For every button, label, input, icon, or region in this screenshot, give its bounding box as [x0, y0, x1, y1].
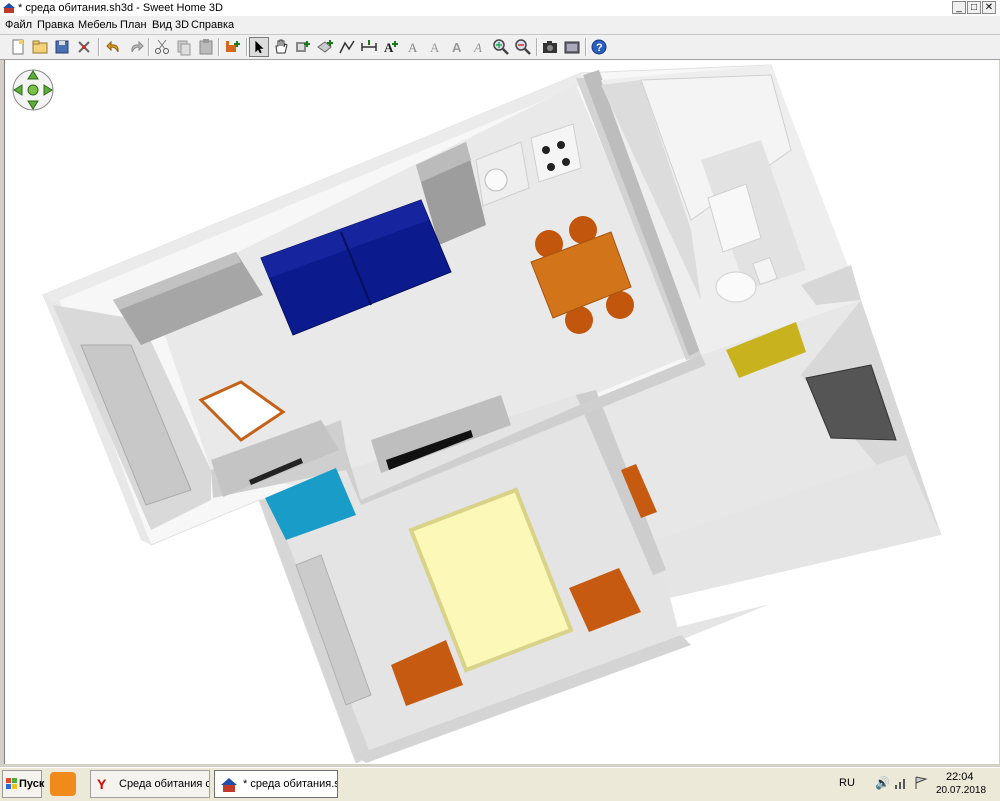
menu-plan[interactable]: План: [120, 19, 147, 31]
cut-preferences-icon[interactable]: [74, 37, 94, 57]
add-furniture-icon[interactable]: [223, 37, 243, 57]
create-dimensions-icon[interactable]: [359, 37, 379, 57]
menu-help[interactable]: Справка: [191, 19, 234, 31]
create-rooms-icon[interactable]: [315, 37, 335, 57]
add-text-icon[interactable]: A: [381, 37, 401, 57]
undo-icon[interactable]: [104, 37, 124, 57]
3d-view[interactable]: [4, 60, 999, 764]
zoom-in-icon[interactable]: [491, 37, 511, 57]
burner: [557, 141, 565, 149]
start-label: Пуск: [19, 778, 45, 790]
svg-text:A: A: [430, 40, 440, 55]
burner: [562, 158, 570, 166]
toolbar-separator: [246, 38, 248, 56]
window-title: * среда обитания.sh3d - Sweet Home 3D: [18, 2, 223, 14]
svg-text:A: A: [408, 40, 418, 55]
network-icon[interactable]: [894, 777, 908, 789]
create-polylines-icon[interactable]: [337, 37, 357, 57]
select-icon[interactable]: [249, 37, 269, 57]
windows-logo-icon: [6, 778, 17, 789]
toolbar-separator: [218, 38, 220, 56]
toilet: [715, 271, 757, 303]
sweet-home-app-icon: [3, 3, 15, 13]
taskbar: Пуск Y Среда обитания ст... * среда обит…: [0, 767, 1000, 801]
taskbar-item-yandex[interactable]: Y Среда обитания ст...: [90, 770, 210, 798]
redo-icon[interactable]: [126, 37, 146, 57]
sweet-home-app-icon: [221, 778, 237, 792]
open-icon[interactable]: [30, 37, 50, 57]
clock-time: 22:04: [946, 771, 974, 783]
svg-text:A: A: [473, 40, 482, 55]
clock-date: 20.07.2018: [936, 785, 987, 796]
svg-text:A: A: [384, 40, 394, 55]
new-icon[interactable]: [8, 37, 28, 57]
burner: [547, 163, 555, 171]
navigation-arrows-icon[interactable]: [11, 68, 55, 112]
burner: [542, 146, 550, 154]
svg-text:A: A: [452, 40, 462, 55]
menu-furniture[interactable]: Мебель: [78, 19, 117, 31]
menu-edit[interactable]: Правка: [37, 19, 74, 31]
yandex-browser-icon: Y: [97, 776, 107, 792]
task-label: Среда обитания ст...: [119, 778, 209, 790]
close-button[interactable]: ✕: [982, 1, 996, 14]
paste-icon[interactable]: [196, 37, 216, 57]
help-icon[interactable]: ?: [589, 37, 609, 57]
zoom-out-icon[interactable]: [513, 37, 533, 57]
maximize-button[interactable]: □: [967, 1, 981, 14]
washing-machine-door: [484, 168, 508, 192]
toolbar-separator: [536, 38, 538, 56]
taskbar-item-sweet-home[interactable]: * среда обитания.s...: [214, 770, 338, 798]
svg-text:?: ?: [596, 42, 603, 54]
start-button[interactable]: Пуск: [2, 770, 45, 798]
modify-text-icon[interactable]: A: [403, 37, 423, 57]
toolbar-separator: [148, 38, 150, 56]
pan-icon[interactable]: [271, 37, 291, 57]
italic-icon[interactable]: A: [469, 37, 489, 57]
menu-file[interactable]: Файл: [5, 19, 32, 31]
toolbar-separator: [585, 38, 587, 56]
minimize-button[interactable]: _: [952, 1, 966, 14]
title-bar: * среда обитания.sh3d - Sweet Home 3D _ …: [0, 0, 1000, 16]
task-label: * среда обитания.s...: [243, 778, 337, 790]
toolbar-separator: [98, 38, 100, 56]
copy-icon[interactable]: [174, 37, 194, 57]
language-indicator[interactable]: RU: [839, 777, 855, 789]
cut-icon[interactable]: [152, 37, 172, 57]
create-photo-icon[interactable]: [540, 37, 560, 57]
save-icon[interactable]: [52, 37, 72, 57]
menu-view3d[interactable]: Вид 3D: [152, 19, 189, 31]
create-video-icon[interactable]: [562, 37, 582, 57]
toolbar: A A A A A ?: [0, 35, 1000, 60]
menu-bar: Файл Правка Мебель План Вид 3D Справка: [0, 16, 1000, 35]
quicklaunch-media-player-icon[interactable]: [50, 772, 76, 796]
create-walls-icon[interactable]: [293, 37, 313, 57]
bold-icon[interactable]: A: [447, 37, 467, 57]
volume-icon[interactable]: 🔊: [875, 776, 890, 790]
app-window: * среда обитания.sh3d - Sweet Home 3D _ …: [0, 0, 1000, 801]
3d-scene[interactable]: [5, 60, 999, 764]
flag-icon[interactable]: [914, 776, 928, 790]
text-style-icon[interactable]: A: [425, 37, 445, 57]
